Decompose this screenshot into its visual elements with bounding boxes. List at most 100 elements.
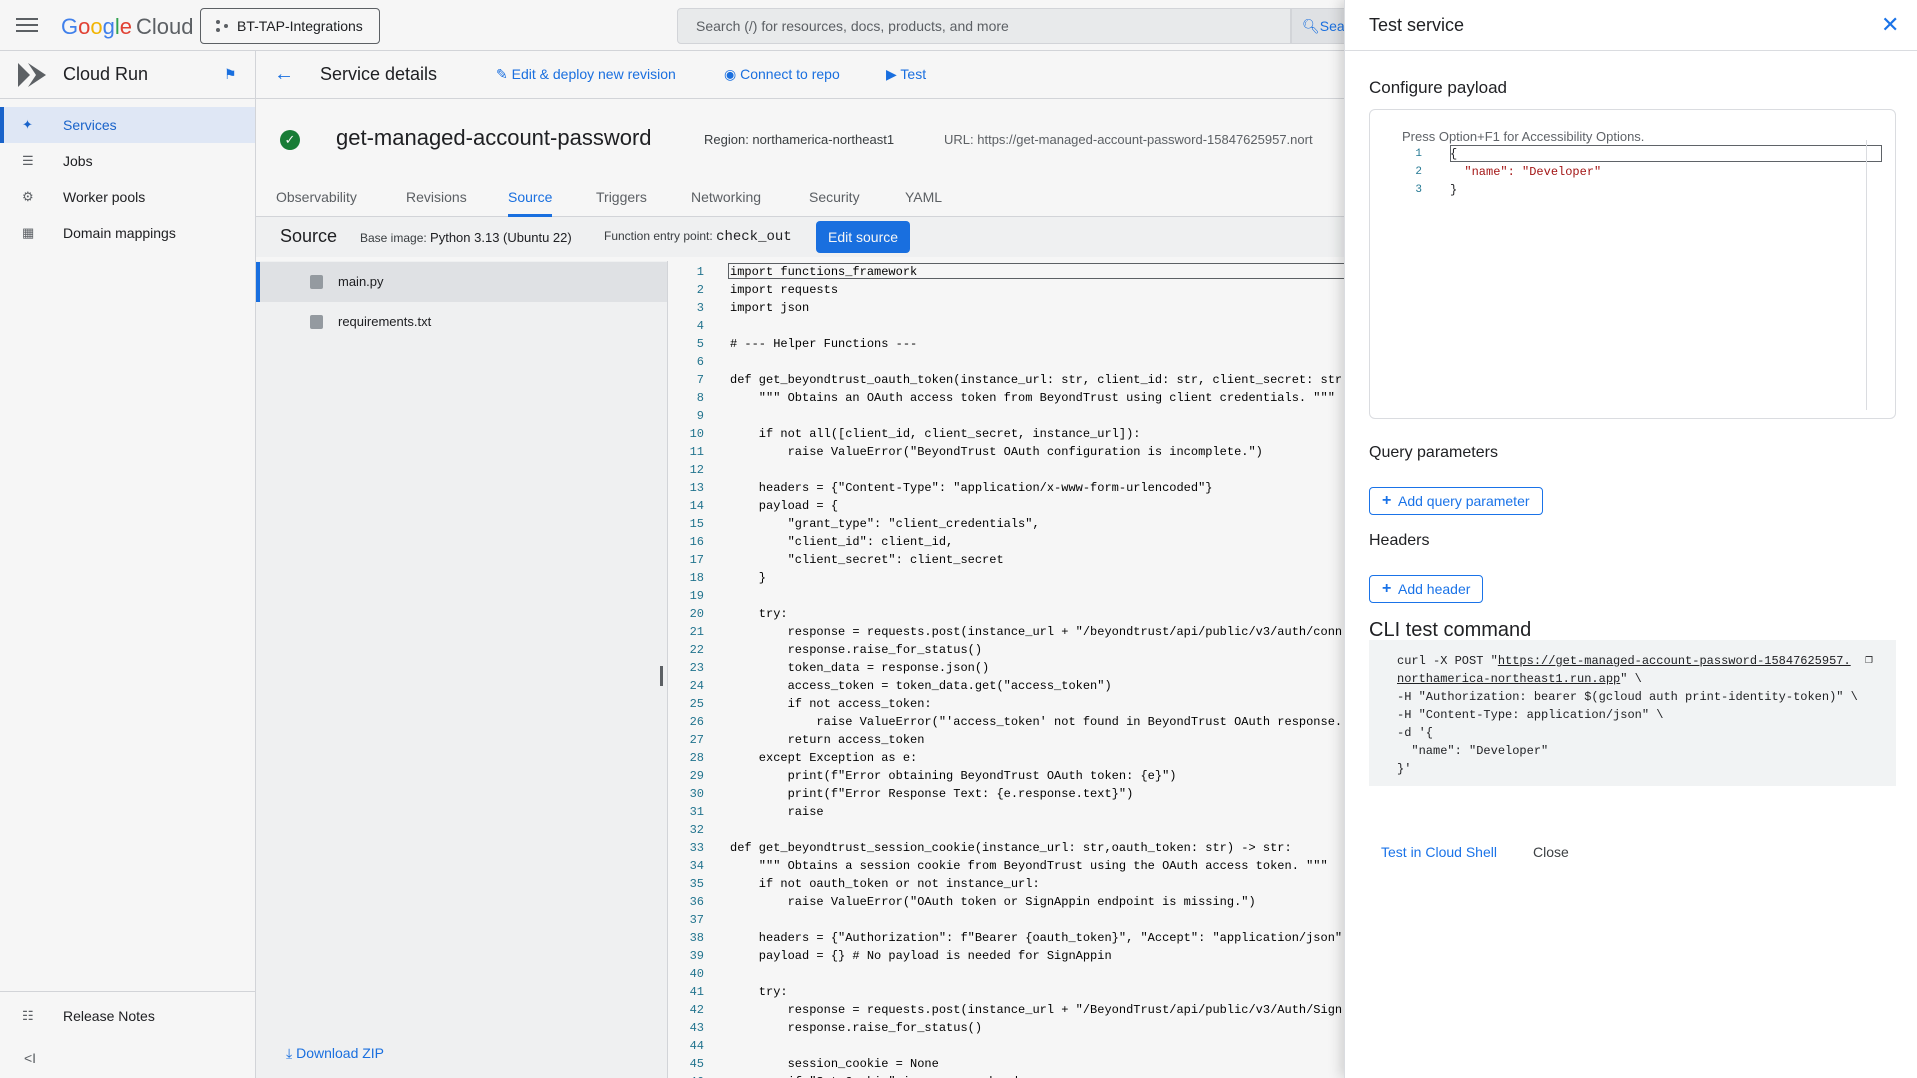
editor-scrollbar[interactable] <box>1866 140 1867 410</box>
code-line: 10 if not all([client_id, client_secret,… <box>668 425 1344 443</box>
line-text: response = requests.post(instance_url + … <box>730 1003 1343 1017</box>
plus-icon: + <box>1382 580 1392 597</box>
line-text: response.raise_for_status() <box>730 643 983 657</box>
edit-source-button[interactable]: Edit source <box>816 221 911 253</box>
code-line: 37 <box>668 911 1344 929</box>
panel-title: Test service <box>1369 15 1465 35</box>
cli-line: -d '{ <box>1397 726 1434 740</box>
service-url: URL: https://get-managed-account-passwor… <box>944 132 1313 147</box>
line-number: 11 <box>689 445 704 459</box>
line-number: 24 <box>689 679 704 693</box>
code-line: 32 <box>668 821 1344 839</box>
tab-source[interactable]: Source <box>508 179 553 217</box>
collapse-nav-icon[interactable]: <I <box>24 1050 36 1066</box>
google-cloud-logo[interactable]: Google Cloud <box>61 14 194 40</box>
main-menu-icon[interactable] <box>16 15 38 35</box>
top-bar: Google Cloud BT-TAP-Integrations Search (… <box>0 0 1351 51</box>
line-text: print(f"Error obtaining BeyondTrust OAut… <box>730 769 1177 783</box>
line-number: 25 <box>689 697 704 711</box>
pin-icon[interactable]: ⚑ <box>224 66 237 83</box>
line-number: 18 <box>689 571 704 585</box>
line-text: raise ValueError("'access_token' not fou… <box>730 715 1343 729</box>
code-line: 29 print(f"Error obtaining BeyondTrust O… <box>668 767 1344 785</box>
tab-observability[interactable]: Observability <box>276 179 357 217</box>
cli-command-block[interactable]: curl -X POST "https://get-managed-accoun… <box>1369 640 1896 786</box>
line-number: 3 <box>696 301 704 315</box>
search-input[interactable]: Search (/) for resources, docs, products… <box>677 8 1291 44</box>
cli-line: -H "Content-Type: application/json" \ <box>1397 708 1664 722</box>
payload-editor[interactable]: Press Option+F1 for Accessibility Option… <box>1369 109 1896 419</box>
service-region: Region: northamerica-northeast1 <box>704 132 895 147</box>
code-line: 19 <box>668 587 1344 605</box>
code-line: 31 raise <box>668 803 1344 821</box>
pane-splitter-handle[interactable] <box>660 666 663 686</box>
close-button[interactable]: Close <box>1533 844 1569 860</box>
edit-deploy-button[interactable]: ✎ Edit & deploy new revision <box>496 66 676 83</box>
test-button[interactable]: ▶ Test <box>886 66 926 83</box>
connect-repo-button[interactable]: ◉ Connect to repo <box>724 66 840 83</box>
service-url-link[interactable]: https://get-managed-account-password-158… <box>977 132 1312 147</box>
line-number: 16 <box>689 535 704 549</box>
project-picker[interactable]: BT-TAP-Integrations <box>200 8 380 44</box>
query-parameters-heading: Query parameters <box>1369 444 1498 461</box>
line-text: "client_id": client_id, <box>730 535 954 549</box>
code-line: 26 raise ValueError("'access_token' not … <box>668 713 1344 731</box>
code-line: 7 def get_beyondtrust_oauth_token(instanc… <box>668 371 1344 389</box>
line-number: 39 <box>689 949 704 963</box>
code-line: 1 import functions_framework <box>668 263 1344 281</box>
tab-revisions[interactable]: Revisions <box>406 179 467 217</box>
code-line: 8 """ Obtains an OAuth access token from… <box>668 389 1344 407</box>
code-line: 9 <box>668 407 1344 425</box>
copy-icon[interactable]: ❐ <box>1865 652 1879 668</box>
line-number: 33 <box>689 841 704 855</box>
code-line: 15 "grant_type": "client_credentials", <box>668 515 1344 533</box>
play-icon: ▶ <box>886 66 897 82</box>
success-check-icon: ✓ <box>280 130 300 150</box>
line-number: 42 <box>689 1003 704 1017</box>
pencil-icon: ✎ <box>496 66 508 82</box>
back-arrow-icon[interactable]: ← <box>274 63 294 86</box>
line-number: 15 <box>689 517 704 531</box>
line-number: 6 <box>696 355 704 369</box>
test-in-cloud-shell-button[interactable]: Test in Cloud Shell <box>1381 844 1497 860</box>
line-text: if not all([client_id, client_secret, in… <box>730 427 1141 441</box>
tab-networking[interactable]: Networking <box>691 179 761 217</box>
add-query-parameter-button[interactable]: + Add query parameter <box>1369 487 1543 515</box>
service-name: get-managed-account-password <box>336 125 652 150</box>
editor-cursor-line <box>1450 145 1882 162</box>
sidebar-item-domain-mappings[interactable]: ▦ Domain mappings <box>0 215 255 251</box>
code-line: 43 response.raise_for_status() <box>668 1019 1344 1037</box>
code-line: 24 access_token = token_data.get("access… <box>668 677 1344 695</box>
code-line: 40 <box>668 965 1344 983</box>
line-number: 13 <box>689 481 704 495</box>
line-number: 20 <box>689 607 704 621</box>
download-zip-button[interactable]: ⤓ Download ZIP <box>286 1045 384 1062</box>
sidebar-item-jobs[interactable]: ☰ Jobs <box>0 143 255 179</box>
configure-payload-heading: Configure payload <box>1369 78 1507 97</box>
code-editor[interactable]: 1 import functions_framework 2 import reque… <box>668 261 1344 1078</box>
line-text: token_data = response.json() <box>730 661 990 675</box>
close-icon[interactable]: ✕ <box>1881 12 1899 38</box>
sidebar-item-services[interactable]: ✦ Services <box>0 107 255 143</box>
line-text: try: <box>730 607 788 621</box>
add-header-button[interactable]: + Add header <box>1369 575 1484 603</box>
line-text: def get_beyondtrust_session_cookie(insta… <box>730 841 1292 855</box>
line-number: 44 <box>689 1039 704 1053</box>
file-item-main-py[interactable]: main.py <box>256 262 667 302</box>
line-text: "grant_type": "client_credentials", <box>730 517 1040 531</box>
tab-yaml[interactable]: YAML <box>905 179 942 217</box>
file-item-requirements-txt[interactable]: requirements.txt <box>256 302 667 342</box>
code-line: 36 raise ValueError("OAuth token or Sign… <box>668 893 1344 911</box>
code-line: 25 if not access_token: <box>668 695 1344 713</box>
line-number: 12 <box>689 463 704 477</box>
sidebar-item-release-notes[interactable]: ☷ Release Notes <box>0 998 255 1034</box>
tab-triggers[interactable]: Triggers <box>596 179 647 217</box>
cli-line: -H "Authorization: bearer $(gcloud auth … <box>1397 690 1858 704</box>
page-toolbar: ← Service details ✎ Edit & deploy new re… <box>256 51 1344 99</box>
search-button[interactable]: 🔍︎Sea <box>1291 8 1351 44</box>
code-line: 13 headers = {"Content-Type": "applicati… <box>668 479 1344 497</box>
code-line: 34 """ Obtains a session cookie from Bey… <box>668 857 1344 875</box>
code-line: 21 response = requests.post(instance_url… <box>668 623 1344 641</box>
tab-security[interactable]: Security <box>809 179 860 217</box>
sidebar-item-worker-pools[interactable]: ⚙ Worker pools <box>0 179 255 215</box>
